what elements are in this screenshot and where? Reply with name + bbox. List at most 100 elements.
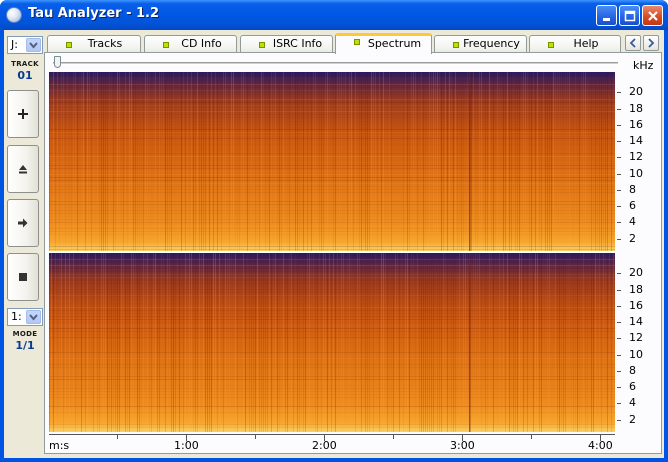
- stop-icon: [19, 273, 27, 281]
- plus-icon: [18, 109, 28, 119]
- maximize-button[interactable]: [619, 5, 640, 26]
- drive-select[interactable]: J:: [7, 36, 43, 54]
- tab-strip: Tracks CD Info ISRC Info Spectrum Freque…: [47, 33, 665, 54]
- tab-spectrum[interactable]: Spectrum: [335, 33, 432, 54]
- track-number: 01: [17, 69, 33, 82]
- frequency-tick-label: 14: [629, 134, 643, 147]
- frequency-tick: [617, 387, 621, 388]
- frequency-tick: [617, 420, 621, 421]
- time-tick: [255, 435, 256, 439]
- mode-caption: MODE: [12, 330, 38, 338]
- maximize-icon: [624, 10, 636, 22]
- time-tick-label: 4:00: [588, 439, 613, 452]
- mode-value: 1/1: [15, 339, 35, 352]
- close-icon: [648, 11, 658, 21]
- frequency-tick-label: 2: [629, 413, 636, 426]
- tab-scroll-left-button[interactable]: [625, 35, 641, 51]
- frequency-tick-label: 6: [629, 199, 636, 212]
- tab-frequency[interactable]: Frequency: [434, 35, 527, 53]
- tab-cd-info[interactable]: CD Info: [144, 35, 237, 53]
- mode-select[interactable]: 1:: [7, 308, 43, 326]
- time-tick-label: 2:00: [312, 439, 337, 452]
- position-slider-track[interactable]: [53, 62, 618, 65]
- chevron-left-icon: [629, 38, 636, 48]
- drive-select-value: J:: [11, 38, 18, 51]
- window-title: Tau Analyzer - 1.2: [28, 6, 160, 21]
- frequency-tick-label: 16: [629, 118, 643, 131]
- frequency-axis-bottom: 20 18 16 14 12 10 8 6 4 2: [617, 253, 657, 432]
- frequency-tick-label: 8: [629, 364, 636, 377]
- frequency-tick: [617, 371, 621, 372]
- frequency-tick-label: 18: [629, 283, 643, 296]
- eject-icon: [19, 165, 27, 174]
- time-axis: m:s 1:00 2:00 3:00 4:00: [49, 434, 615, 454]
- app-window: Tau Analyzer - 1.2 J: TRACK 01 1: MODE 1…: [0, 0, 668, 462]
- frequency-tick: [617, 206, 621, 207]
- frequency-tick: [617, 125, 621, 126]
- frequency-tick: [617, 174, 621, 175]
- frequency-tick-label: 4: [629, 396, 636, 409]
- time-tick: [531, 435, 532, 439]
- track-caption: TRACK: [11, 60, 39, 68]
- close-button[interactable]: [642, 5, 663, 26]
- led-indicator-icon: [259, 42, 265, 48]
- frequency-tick: [617, 239, 621, 240]
- frequency-tick-label: 12: [629, 150, 643, 163]
- minimize-button[interactable]: [596, 5, 617, 26]
- time-axis-label: m:s: [49, 439, 70, 452]
- time-tick: [117, 435, 118, 439]
- app-icon: [6, 7, 22, 23]
- spectrogram-right-channel: [49, 253, 615, 432]
- frequency-tick-label: 10: [629, 348, 643, 361]
- frequency-tick-label: 20: [629, 85, 643, 98]
- frequency-tick: [617, 322, 621, 323]
- led-indicator-icon: [163, 42, 169, 48]
- frequency-tick: [617, 190, 621, 191]
- frequency-tick-label: 6: [629, 380, 636, 393]
- tab-label: Tracks: [87, 37, 123, 50]
- frequency-tick: [617, 141, 621, 142]
- title-bar[interactable]: Tau Analyzer - 1.2: [0, 0, 668, 30]
- frequency-tick-label: 20: [629, 266, 643, 279]
- frequency-tick-label: 2: [629, 232, 636, 245]
- frequency-tick-label: 14: [629, 315, 643, 328]
- frequency-tick: [617, 222, 621, 223]
- add-button[interactable]: [7, 90, 39, 138]
- frequency-tick: [617, 355, 621, 356]
- tab-isrc-info[interactable]: ISRC Info: [240, 35, 333, 53]
- frequency-tick-label: 10: [629, 167, 643, 180]
- frequency-unit-label: kHz: [633, 59, 654, 72]
- frequency-tick: [617, 109, 621, 110]
- frequency-tick: [617, 338, 621, 339]
- frequency-tick-label: 18: [629, 102, 643, 115]
- led-indicator-icon: [548, 42, 554, 48]
- position-slider-thumb[interactable]: [54, 56, 61, 68]
- led-indicator-icon: [66, 42, 72, 48]
- spectrogram-left-channel: [49, 72, 615, 251]
- play-button[interactable]: [7, 199, 39, 247]
- led-indicator-icon: [354, 39, 360, 45]
- eject-button[interactable]: [7, 145, 39, 193]
- frequency-axis-top: 20 18 16 14 12 10 8 6 4 2: [617, 72, 657, 251]
- spectrum-panel: kHz 20 18 16 14 12 10 8 6 4 2 20 18 16 14 12 10 8 6 4 2 m:…: [44, 52, 662, 454]
- frequency-tick-label: 4: [629, 215, 636, 228]
- tab-help[interactable]: Help: [529, 35, 621, 53]
- time-tick-label: 3:00: [450, 439, 475, 452]
- chevron-right-icon: [648, 38, 655, 48]
- tab-tracks[interactable]: Tracks: [47, 35, 141, 53]
- led-indicator-icon: [453, 42, 459, 48]
- frequency-tick: [617, 290, 621, 291]
- frequency-tick-label: 12: [629, 331, 643, 344]
- frequency-tick: [617, 403, 621, 404]
- time-tick: [393, 435, 394, 439]
- chevron-down-icon: [26, 310, 41, 324]
- stop-button[interactable]: [7, 253, 39, 301]
- tab-scroll-right-button[interactable]: [643, 35, 659, 51]
- frequency-tick: [617, 92, 621, 93]
- frequency-tick: [617, 273, 621, 274]
- frequency-tick: [617, 157, 621, 158]
- play-arrow-icon: [18, 218, 28, 228]
- client-area: J: TRACK 01 1: MODE 1/1 Tracks CD Info I…: [4, 30, 664, 458]
- frequency-tick-label: 8: [629, 183, 636, 196]
- mode-select-value: 1:: [11, 310, 22, 323]
